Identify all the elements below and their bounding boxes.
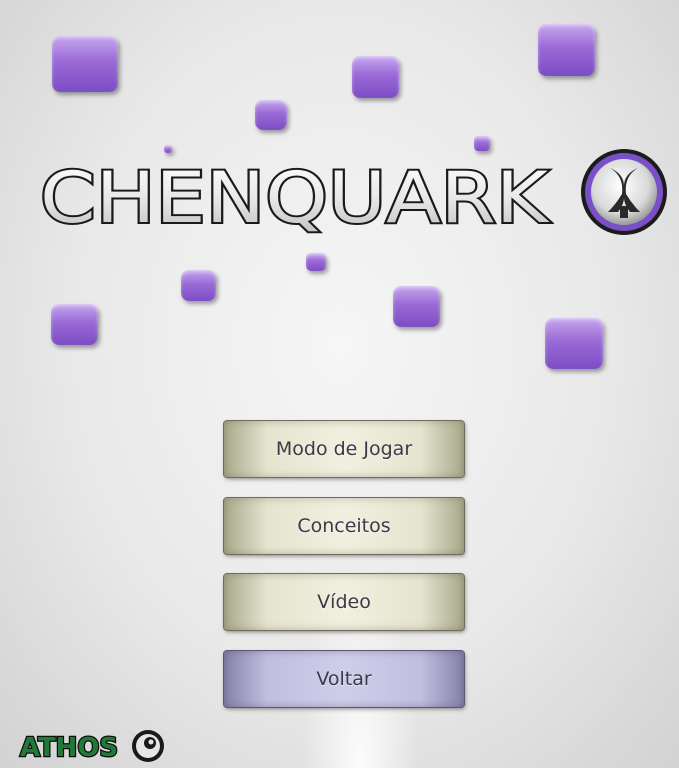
menu-button-voltar[interactable]: Voltar bbox=[224, 651, 464, 707]
decorative-cube bbox=[306, 253, 326, 271]
game-title-text: CHENQUARK bbox=[40, 157, 550, 239]
decorative-cube bbox=[352, 56, 399, 98]
decorative-cube bbox=[255, 100, 287, 130]
decorative-cube bbox=[51, 304, 98, 345]
decorative-cube bbox=[538, 24, 595, 76]
decorative-cube bbox=[545, 318, 603, 369]
menu-button-label: Vídeo bbox=[317, 591, 371, 613]
menu-button-label: Voltar bbox=[316, 668, 372, 690]
menu-button-video[interactable]: Vídeo bbox=[224, 574, 464, 630]
decorative-cube bbox=[181, 270, 216, 301]
decorative-cube bbox=[52, 36, 118, 92]
athos-logo-text: ATHOS bbox=[20, 733, 118, 763]
athos-emblem-icon bbox=[132, 730, 164, 762]
menu-button-label: Conceitos bbox=[297, 515, 391, 537]
decorative-cube bbox=[393, 286, 440, 327]
game-title: CHENQUARK bbox=[38, 155, 552, 240]
menu-button-label: Modo de Jogar bbox=[275, 438, 413, 460]
decorative-cube bbox=[474, 136, 490, 151]
menu-button-conceitos[interactable]: Conceitos bbox=[224, 498, 464, 554]
quark-emblem-icon bbox=[581, 149, 667, 235]
menu-button-modo-de-jogar[interactable]: Modo de Jogar bbox=[224, 421, 464, 477]
athos-logo: ATHOS bbox=[19, 730, 164, 764]
